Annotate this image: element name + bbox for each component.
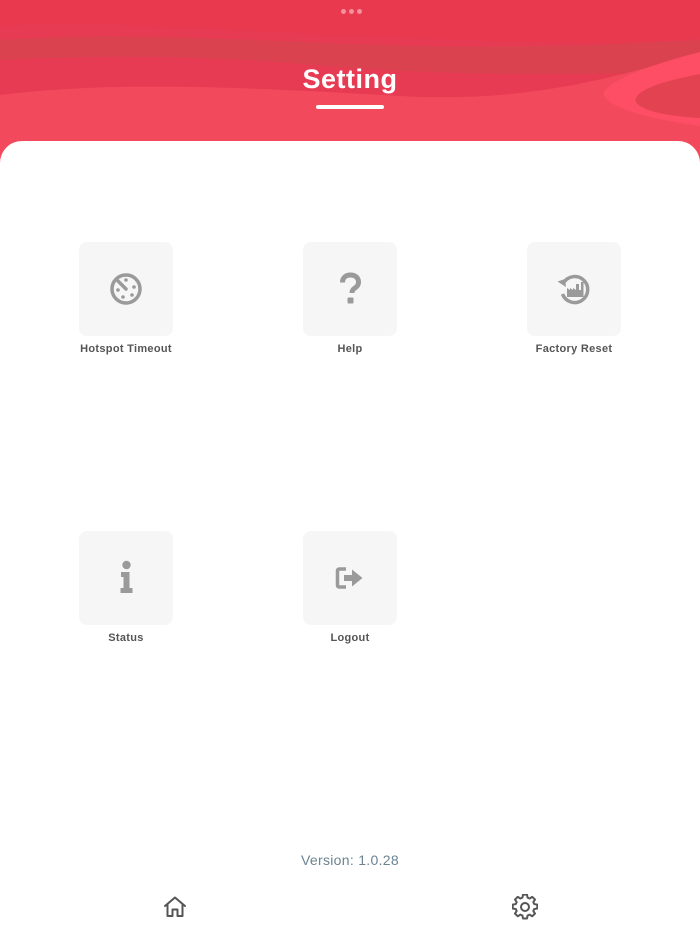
logout-button[interactable]: Logout	[275, 531, 425, 644]
help-button[interactable]: Help	[275, 242, 425, 355]
handle-dot	[357, 9, 362, 14]
status-tile[interactable]	[79, 531, 173, 625]
help-tile[interactable]	[303, 242, 397, 336]
help-label: Help	[337, 343, 363, 355]
version-text: Version: 1.0.28	[301, 852, 399, 868]
hotspot-timeout-button[interactable]: Hotspot Timeout	[51, 242, 201, 355]
timer-icon	[110, 273, 142, 305]
factory-reset-icon	[557, 274, 590, 305]
page-title: Setting	[302, 64, 398, 94]
window-drag-handle[interactable]	[341, 9, 362, 14]
gear-icon	[512, 894, 538, 920]
status-button[interactable]: Status	[51, 531, 201, 644]
handle-dot	[341, 9, 346, 14]
settings-screen: Setting Hotspot Timeout Help Factory Res…	[0, 0, 700, 934]
factory-reset-button[interactable]: Factory Reset	[499, 242, 649, 355]
hotspot-timeout-tile[interactable]	[79, 242, 173, 336]
logout-icon	[335, 567, 363, 589]
question-icon	[340, 272, 362, 304]
handle-dot	[349, 9, 354, 14]
status-label: Status	[108, 632, 144, 644]
hotspot-timeout-label: Hotspot Timeout	[80, 343, 172, 355]
logout-label: Logout	[330, 632, 370, 644]
title-underline	[316, 105, 384, 109]
info-icon	[120, 560, 133, 593]
settings-panel: Hotspot Timeout Help Factory Reset Statu…	[0, 141, 700, 934]
home-icon	[164, 896, 186, 917]
factory-reset-label: Factory Reset	[535, 343, 613, 355]
nav-home-button[interactable]	[161, 893, 189, 921]
nav-settings-button[interactable]	[511, 893, 539, 921]
factory-reset-tile[interactable]	[527, 242, 621, 336]
logout-tile[interactable]	[303, 531, 397, 625]
